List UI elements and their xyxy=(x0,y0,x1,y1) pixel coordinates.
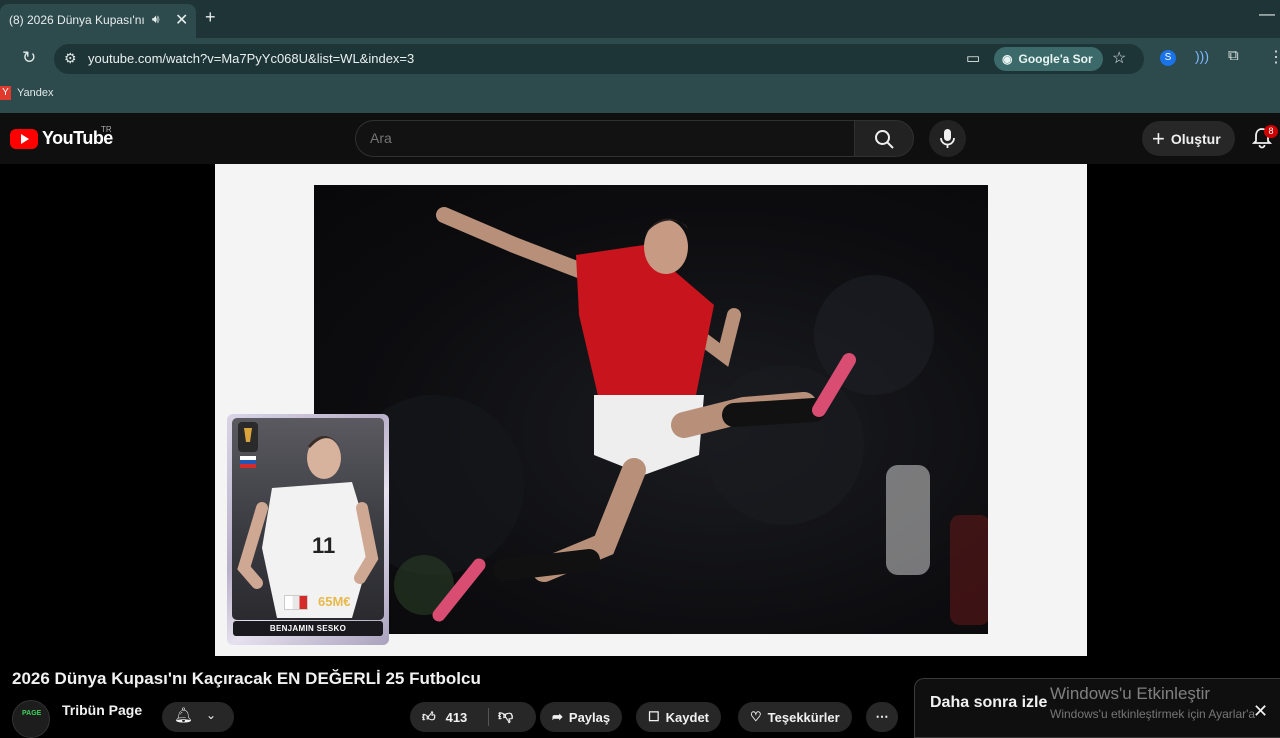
like-count: 413 xyxy=(445,709,468,725)
bookmarks-bar: Y Yandex xyxy=(0,80,1280,113)
youtube-play-icon xyxy=(10,128,38,149)
player-jump-illustration xyxy=(344,207,988,625)
search-box[interactable] xyxy=(355,120,855,157)
audio-extension-icon[interactable]: ))) xyxy=(1195,48,1209,64)
ask-google-label: Google'a Sor xyxy=(1018,52,1093,66)
player-card: 11 65M€ BENJAMIN SESKO xyxy=(227,414,389,645)
search-icon xyxy=(875,130,894,149)
microphone-icon xyxy=(940,129,955,148)
flag-icon xyxy=(284,595,308,610)
search-input[interactable] xyxy=(370,130,830,146)
video-title: 2026 Dünya Kupası'nı Kaçıracak EN DEĞERL… xyxy=(12,669,481,688)
save-icon: ☐ xyxy=(648,709,660,724)
ask-google-button[interactable]: ◉ Google'a Sor xyxy=(994,47,1103,71)
video-player[interactable]: 11 65M€ BENJAMIN SESKO xyxy=(0,164,1280,656)
player-photo xyxy=(314,185,988,634)
thumbs-up-icon: 👍︎ xyxy=(422,709,436,724)
voice-search-button[interactable] xyxy=(929,120,966,157)
minimize-icon[interactable]: — xyxy=(1259,6,1275,24)
notification-badge: 8 xyxy=(1264,125,1278,138)
close-icon[interactable]: ✕ xyxy=(1253,701,1268,722)
share-button[interactable]: ➦ Paylaş xyxy=(540,702,623,732)
share-icon: ➦ xyxy=(552,709,563,724)
url-text[interactable]: youtube.com/watch?v=Ma7PyYc068U&list=WL&… xyxy=(88,51,414,66)
cast-icon[interactable]: ▭ xyxy=(966,49,980,67)
new-tab-icon[interactable]: + xyxy=(205,7,216,28)
search-button[interactable] xyxy=(854,120,914,157)
yandex-icon[interactable]: Y xyxy=(0,86,11,100)
share-label: Paylaş xyxy=(568,709,611,725)
subscription-bell-button[interactable]: 🔔︎ ⌄ xyxy=(162,702,234,732)
thanks-label: Teşekkürler xyxy=(767,709,840,725)
browser-tab-strip: (8) 2026 Dünya Kupası'nı Kaçıracak 🔊︎ ✕ … xyxy=(0,0,1280,38)
like-button[interactable]: 👍︎ 413 xyxy=(422,709,467,725)
watch-later-label: Daha sonra izle xyxy=(930,694,1048,711)
address-bar[interactable]: ⚙ youtube.com/watch?v=Ma7PyYc068U&list=W… xyxy=(54,44,1144,74)
create-label: Oluştur xyxy=(1170,130,1221,147)
browser-menu-icon[interactable]: ⋮ xyxy=(1268,47,1280,67)
google-lens-icon: ◉ xyxy=(1002,52,1013,66)
extensions-puzzle-icon[interactable]: ⧉ xyxy=(1228,47,1239,64)
card-player-name: BENJAMIN SESKO xyxy=(233,621,383,636)
save-button[interactable]: ☐ Kaydet xyxy=(636,702,722,732)
divider xyxy=(488,708,489,726)
channel-name[interactable]: Tribün Page xyxy=(62,702,142,718)
thumbs-down-icon[interactable]: 👎︎ xyxy=(498,707,513,725)
windows-activation-title: Windows'u Etkinleştir xyxy=(1050,684,1211,703)
close-icon[interactable]: ✕ xyxy=(175,10,188,30)
bookmark-yandex[interactable]: Yandex xyxy=(17,87,54,99)
browser-tab[interactable]: (8) 2026 Dünya Kupası'nı Kaçıracak 🔊︎ ✕ xyxy=(0,4,196,38)
heart-icon: ♡ xyxy=(750,709,762,724)
site-settings-icon[interactable]: ⚙ xyxy=(64,50,77,67)
player-card-figure: 11 xyxy=(237,422,379,618)
svg-text:11: 11 xyxy=(312,533,335,558)
card-market-value: 65M€ xyxy=(318,594,351,609)
browser-toolbar: ↻ ⚙ youtube.com/watch?v=Ma7PyYc068U&list… xyxy=(0,38,1280,80)
player-card-photo: 11 65M€ xyxy=(232,418,384,620)
channel-avatar-text: PAGE xyxy=(22,710,42,717)
speaker-icon[interactable]: 🔊︎ xyxy=(152,12,160,27)
reload-icon[interactable]: ↻ xyxy=(22,48,36,68)
create-button[interactable]: + Oluştur xyxy=(1142,121,1235,156)
country-code: TR xyxy=(101,125,112,134)
tab-title: (8) 2026 Dünya Kupası'nı Kaçıracak xyxy=(9,13,147,27)
like-dislike-group: 👍︎ 413 👎︎ xyxy=(410,702,536,732)
more-icon: ⋯ xyxy=(875,709,889,724)
bell-icon: 🔔︎ xyxy=(174,707,194,724)
plus-icon: + xyxy=(1152,125,1165,151)
youtube-logo[interactable]: YouTube xyxy=(10,128,113,149)
more-actions-button[interactable]: ⋯ xyxy=(866,702,898,732)
save-label: Kaydet xyxy=(665,709,710,725)
bookmark-star-icon[interactable]: ☆ xyxy=(1112,48,1126,68)
thanks-button[interactable]: ♡ Teşekkürler xyxy=(738,702,852,732)
channel-avatar[interactable]: PAGE xyxy=(12,700,50,738)
youtube-header: YouTube TR + Oluştur 8 xyxy=(0,113,1280,164)
shazam-extension-icon[interactable]: S xyxy=(1160,50,1176,66)
windows-activation-subtitle: Windows'u etkinleştirmek için Ayarlar'a xyxy=(1050,707,1256,721)
